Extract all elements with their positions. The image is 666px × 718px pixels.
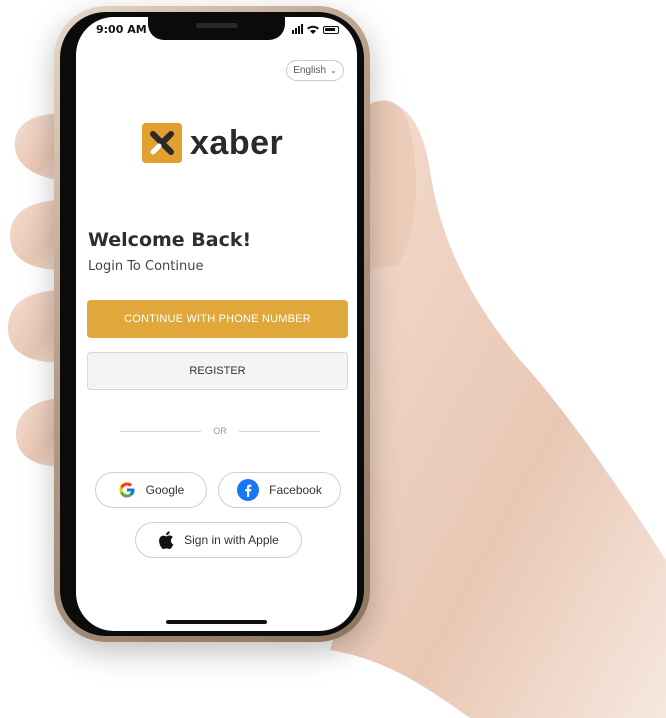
chevron-down-icon: ⌄ xyxy=(330,66,337,75)
divider-line-left xyxy=(120,430,202,432)
apple-signin-button[interactable]: Sign in with Apple xyxy=(135,522,302,558)
register-button[interactable]: REGISTER xyxy=(87,352,348,390)
signal-icon xyxy=(292,24,303,34)
app-logo: xaber xyxy=(142,123,283,163)
welcome-subtitle: Login To Continue xyxy=(88,259,204,274)
facebook-label: Facebook xyxy=(269,483,322,497)
google-label: Google xyxy=(145,483,185,497)
continue-with-phone-button[interactable]: CONTINUE WITH PHONE NUMBER xyxy=(87,300,348,338)
logo-text: xaber xyxy=(190,123,284,162)
divider-label: OR xyxy=(213,426,227,436)
welcome-title: Welcome Back! xyxy=(88,229,252,251)
language-selector[interactable]: English ⌄ xyxy=(286,60,344,81)
or-divider: OR xyxy=(120,424,320,438)
status-time: 9:00 AM xyxy=(96,23,147,36)
notch xyxy=(148,17,285,40)
battery-icon xyxy=(323,26,339,34)
apple-icon xyxy=(159,531,174,549)
language-label: English xyxy=(293,65,327,76)
apple-label: Sign in with Apple xyxy=(184,533,279,547)
phone-screen: 9:00 AM English ⌄ xaber Welcome Back! Lo… xyxy=(76,17,357,631)
divider-line-right xyxy=(238,430,320,432)
google-signin-button[interactable]: Google xyxy=(95,472,207,508)
facebook-signin-button[interactable]: Facebook xyxy=(218,472,341,508)
status-icons xyxy=(292,23,339,34)
google-icon xyxy=(119,482,135,498)
home-indicator[interactable] xyxy=(166,620,267,624)
facebook-icon xyxy=(237,479,260,501)
wifi-icon xyxy=(307,25,319,34)
logo-mark-icon xyxy=(142,123,182,163)
speaker-grille xyxy=(196,23,238,28)
